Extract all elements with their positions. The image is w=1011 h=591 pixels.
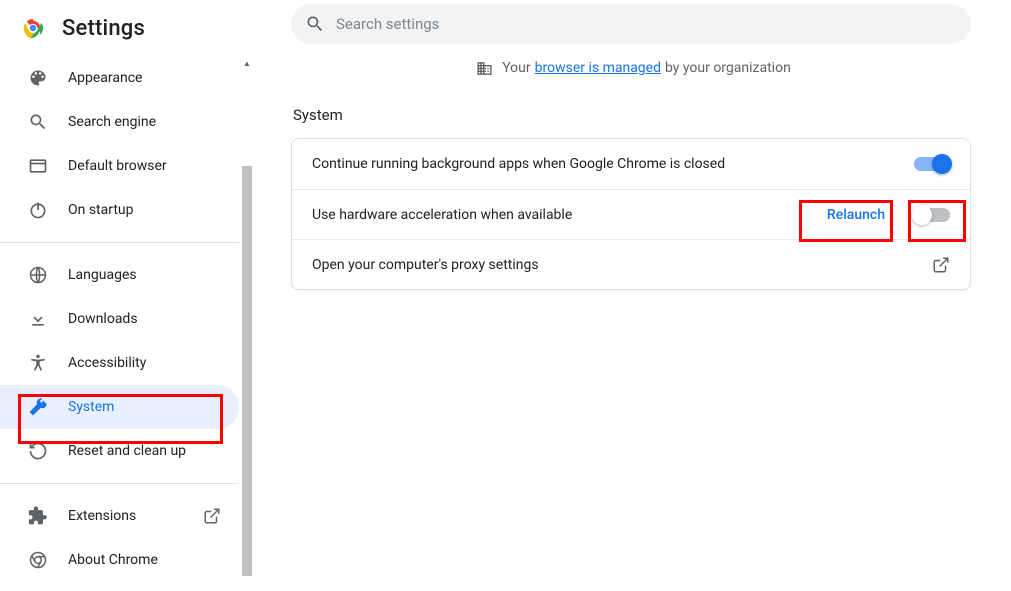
nav-divider [0,242,239,243]
scroll-up-icon: ▲ [239,56,254,70]
sidebar-header: Settings [0,0,254,56]
sidebar-item-search-engine[interactable]: Search engine [0,100,239,144]
building-icon [475,59,493,77]
sidebar-item-label: On startup [68,202,221,218]
section-title: System [293,106,975,124]
sidebar-item-extensions[interactable]: Extensions [0,494,239,538]
toggle-background-apps[interactable] [914,157,950,171]
sidebar-item-label: Default browser [68,158,221,174]
managed-link[interactable]: browser is managed [535,60,661,76]
globe-icon [28,265,48,285]
page-title: Settings [62,16,145,41]
sidebar-item-label: Reset and clean up [68,443,221,459]
wrench-icon [28,397,48,417]
download-icon [28,309,48,329]
row-label: Continue running background apps when Go… [312,156,914,172]
row-proxy-settings[interactable]: Open your computer's proxy settings [292,239,970,289]
sidebar-item-about-chrome[interactable]: About Chrome [0,538,239,582]
sidebar-item-label: Extensions [68,508,197,524]
browser-icon [28,156,48,176]
chrome-logo-icon [22,17,44,39]
sidebar-item-label: Downloads [68,311,221,327]
sidebar-item-accessibility[interactable]: Accessibility [0,341,239,385]
scrollbar-thumb[interactable] [242,166,252,576]
palette-icon [28,68,48,88]
sidebar: Settings Appearance Search engine [0,0,255,591]
toggle-knob [912,205,932,225]
chrome-outline-icon [28,550,48,570]
search-icon [28,112,48,132]
search-input[interactable] [336,15,957,33]
toggle-knob [932,154,952,174]
sidebar-item-on-startup[interactable]: On startup [0,188,239,232]
sidebar-item-appearance[interactable]: Appearance [0,56,239,100]
managed-banner: Your browser is managed by your organiza… [291,44,975,92]
nav-divider [0,483,239,484]
sidebar-item-label: Appearance [68,70,221,86]
row-label: Use hardware acceleration when available [312,207,816,223]
managed-text-prefix: Your [502,60,530,76]
sidebar-item-label: Languages [68,267,221,283]
extension-icon [28,506,48,526]
search-bar[interactable] [291,4,971,44]
row-hardware-acceleration[interactable]: Use hardware acceleration when available… [292,189,970,239]
external-link-icon [932,256,950,274]
accessibility-icon [28,353,48,373]
main-content: Your browser is managed by your organiza… [255,0,1011,591]
sidebar-item-label: Search engine [68,114,221,130]
row-label: Open your computer's proxy settings [312,257,932,273]
sidebar-item-languages[interactable]: Languages [0,253,239,297]
system-card: Continue running background apps when Go… [291,138,971,290]
sidebar-item-label: About Chrome [68,552,221,568]
sidebar-item-label: System [68,399,221,415]
toggle-hardware-acceleration[interactable] [914,208,950,222]
relaunch-button[interactable]: Relaunch [816,201,896,229]
power-icon [28,200,48,220]
row-background-apps[interactable]: Continue running background apps when Go… [292,139,970,189]
sidebar-item-label: Accessibility [68,355,221,371]
sidebar-item-system[interactable]: System [0,385,239,429]
sidebar-item-downloads[interactable]: Downloads [0,297,239,341]
search-icon [305,14,325,34]
sidebar-item-reset[interactable]: Reset and clean up [0,429,239,473]
restore-icon [28,441,48,461]
sidebar-scrollbar[interactable]: ▲ [239,56,254,591]
external-link-icon [203,507,221,525]
sidebar-item-default-browser[interactable]: Default browser [0,144,239,188]
managed-text-suffix: by your organization [665,60,791,76]
